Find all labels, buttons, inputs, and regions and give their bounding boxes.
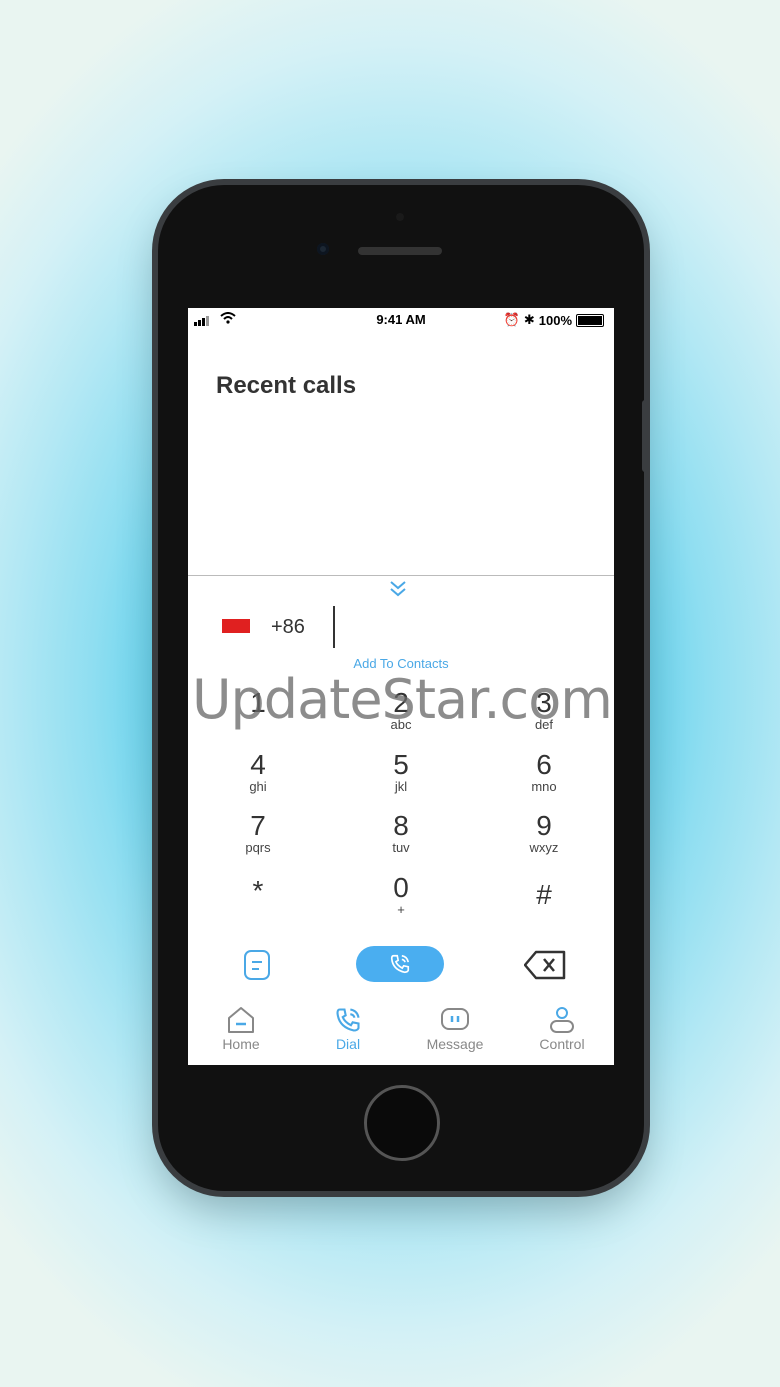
page-title: Recent calls: [216, 372, 357, 399]
key-digit: 6: [536, 749, 552, 780]
tab-dial[interactable]: Dial: [303, 1006, 393, 1052]
message-icon: [441, 1008, 469, 1030]
key-letters: jkl: [394, 779, 408, 794]
volume-up-button: [152, 400, 158, 472]
key-0[interactable]: 0 +: [356, 873, 446, 917]
call-button[interactable]: [356, 946, 444, 982]
tab-label: Dial: [335, 1036, 361, 1052]
key-letters: pqrs: [245, 840, 271, 855]
key-7[interactable]: 7 pqrs: [213, 811, 303, 855]
alarm-icon: ⏰: [503, 312, 520, 327]
tab-label: Message: [426, 1036, 484, 1052]
home-icon: [228, 1007, 254, 1033]
key-hash[interactable]: #: [499, 880, 589, 910]
phone-icon: [336, 1008, 360, 1032]
key-letters: mno: [531, 779, 557, 794]
person-icon: [550, 1007, 574, 1033]
home-button[interactable]: [364, 1085, 440, 1161]
front-camera: [317, 243, 329, 255]
key-digit: 4: [250, 749, 266, 780]
key-digit: 7: [250, 810, 266, 841]
status-bar: 9:41 AM ⏰ ✱ 100%: [188, 308, 614, 330]
collapse-chevron-icon[interactable]: [388, 580, 408, 598]
key-9[interactable]: 9 wxyz: [499, 811, 589, 855]
mute-switch: [152, 314, 158, 350]
backspace-icon[interactable]: [523, 950, 566, 985]
watermark: UpdateStar.com: [192, 668, 613, 731]
tab-message[interactable]: Message: [410, 1006, 500, 1052]
key-digit: 9: [536, 810, 552, 841]
key-4[interactable]: 4 ghi: [213, 750, 303, 794]
divider: [188, 575, 614, 576]
key-5[interactable]: 5 jkl: [356, 750, 446, 794]
key-letters: +: [397, 902, 405, 917]
tab-control[interactable]: Control: [517, 1006, 607, 1052]
volume-down-button: [152, 490, 158, 562]
key-digit: 0: [393, 872, 409, 903]
key-digit: *: [252, 875, 264, 906]
battery-percent: 100%: [538, 312, 572, 328]
status-right: ⏰ ✱ 100%: [504, 312, 604, 328]
key-digit: 8: [393, 810, 409, 841]
key-8[interactable]: 8 tuv: [356, 811, 446, 855]
country-code[interactable]: +86: [271, 616, 305, 639]
key-digit: 5: [393, 749, 409, 780]
tab-home[interactable]: Home: [196, 1006, 286, 1052]
key-6[interactable]: 6 mno: [499, 750, 589, 794]
tab-label: Home: [222, 1036, 260, 1052]
earpiece-speaker: [358, 247, 442, 255]
battery-icon: [576, 313, 604, 327]
bottom-nav: Home Dial Message Control: [188, 998, 614, 1065]
key-letters: ghi: [249, 779, 267, 794]
number-input-cursor[interactable]: [333, 606, 335, 648]
country-flag-icon[interactable]: [222, 619, 250, 633]
contacts-list-icon[interactable]: [244, 950, 270, 985]
power-button: [642, 400, 648, 472]
phone-icon: [390, 954, 410, 974]
sensor-dot: [396, 213, 404, 221]
bluetooth-icon: ✱: [523, 312, 535, 327]
key-digit: #: [536, 879, 552, 910]
key-letters: tuv: [392, 840, 410, 855]
key-star[interactable]: *: [213, 876, 303, 906]
key-letters: wxyz: [529, 840, 559, 855]
tab-label: Control: [539, 1036, 585, 1052]
